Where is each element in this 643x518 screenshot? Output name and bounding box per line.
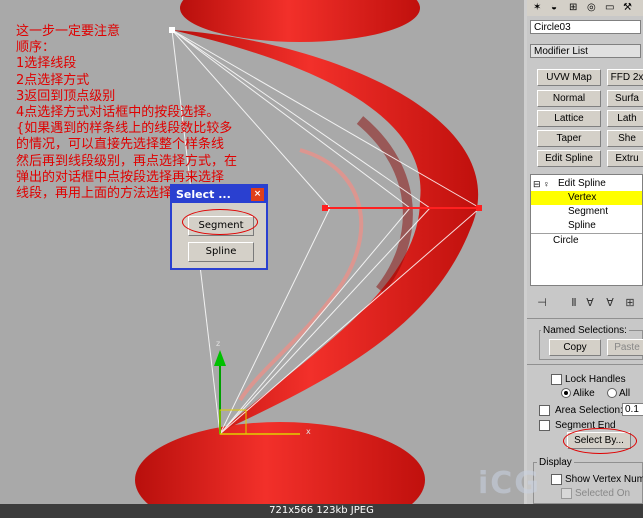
uvw-map-button[interactable]: UVW Map bbox=[537, 69, 601, 86]
perspective-viewport[interactable]: z x 这一步一定要注意 顺序： 1选择线段 2点选择方式 3返回到顶点级别 4… bbox=[0, 0, 524, 504]
lathe-button[interactable]: Lath bbox=[607, 110, 643, 127]
command-panel: ✶ ◒ ⊞ ◎ ▭ ⚒ Circle03 Modifier List UVW M… bbox=[527, 0, 643, 504]
edit-spline-button[interactable]: Edit Spline bbox=[537, 150, 601, 167]
lock-handles-label: Lock Handles bbox=[565, 374, 626, 385]
annotation-line: {如果遇到的样条线上的线段数比较多 bbox=[16, 121, 233, 137]
display-tab-icon[interactable]: ▭ bbox=[605, 2, 614, 13]
annotation-line: 3返回到顶点级别 bbox=[16, 88, 116, 104]
annotation-line: 4点选择方式对话框中的按段选择。 bbox=[16, 105, 220, 121]
collapse-icon[interactable]: ⊟ bbox=[533, 177, 541, 191]
stack-item-edit-spline[interactable]: ⊟ ♀ Edit Spline bbox=[531, 177, 642, 191]
panel-tabs: ✶ ◒ ⊞ ◎ ▭ ⚒ bbox=[527, 0, 643, 16]
vertex-handle bbox=[322, 205, 328, 211]
alike-radio[interactable] bbox=[561, 388, 571, 398]
stack-item-label: Spline bbox=[568, 220, 596, 231]
normal-button[interactable]: Normal bbox=[537, 90, 601, 107]
utilities-tab-icon[interactable]: ⚒ bbox=[623, 2, 632, 13]
pin-stack-icon[interactable]: ⊣ bbox=[535, 296, 549, 310]
create-tab-icon[interactable]: ✶ bbox=[533, 2, 541, 13]
object-name-field[interactable]: Circle03 bbox=[530, 20, 641, 34]
show-end-result-icon[interactable]: Ⅱ bbox=[567, 296, 581, 310]
segment-end-checkbox[interactable] bbox=[539, 420, 550, 431]
remove-modifier-icon[interactable]: ∀ bbox=[603, 296, 617, 310]
spline-button[interactable]: Spline bbox=[188, 242, 254, 262]
stack-item-circle[interactable]: Circle bbox=[531, 233, 642, 248]
stack-item-segment[interactable]: Segment bbox=[531, 205, 642, 219]
hierarchy-tab-icon[interactable]: ⊞ bbox=[569, 2, 577, 13]
annotation-line: 1选择线段 bbox=[16, 56, 77, 72]
selected-only-label: Selected On bbox=[575, 488, 631, 499]
bulb-icon[interactable]: ♀ bbox=[543, 177, 550, 191]
named-selections-label: Named Selections: bbox=[541, 325, 629, 336]
annotation-line: 然后再到线段级别，再点选择方式，在 bbox=[16, 153, 238, 169]
area-selection-input[interactable]: 0.1 bbox=[622, 403, 643, 416]
panel-separator bbox=[527, 318, 643, 319]
stack-item-label: Segment bbox=[568, 206, 609, 217]
crescent-inner-shadow bbox=[356, 116, 413, 294]
alike-label: Alike bbox=[573, 388, 595, 399]
dialog-title: Select ... bbox=[176, 188, 231, 201]
configure-sets-icon[interactable]: ⊞ bbox=[623, 296, 637, 310]
all-radio[interactable] bbox=[607, 388, 617, 398]
stack-item-spline[interactable]: Spline bbox=[531, 219, 642, 233]
show-vertex-numbers-checkbox[interactable] bbox=[551, 474, 562, 485]
paste-button[interactable]: Paste bbox=[607, 339, 643, 356]
close-icon[interactable]: × bbox=[251, 188, 264, 201]
surface-button[interactable]: Surfa bbox=[607, 90, 643, 107]
dialog-title-bar[interactable]: Select ... × bbox=[172, 186, 266, 203]
modifier-list-dropdown[interactable]: Modifier List bbox=[530, 44, 641, 58]
image-info-bar: 721x566 123kb JPEG bbox=[0, 504, 643, 518]
modifier-stack[interactable]: ⊟ ♀ Edit Spline Vertex Segment Spline Ci… bbox=[530, 174, 643, 286]
annotation-line: 的情况，可以直接先选择整个样条线 bbox=[16, 137, 225, 153]
extrude-button[interactable]: Extru bbox=[607, 150, 643, 167]
area-selection-checkbox[interactable] bbox=[539, 405, 550, 416]
panel-separator bbox=[527, 364, 643, 365]
area-selection-label: Area Selection: bbox=[555, 405, 623, 416]
taper-button[interactable]: Taper bbox=[537, 130, 601, 147]
selected-only-checkbox[interactable] bbox=[561, 488, 572, 499]
lattice-button[interactable]: Lattice bbox=[537, 110, 601, 127]
display-label: Display bbox=[537, 457, 574, 468]
make-unique-icon[interactable]: ∀ bbox=[583, 296, 597, 310]
tutorial-annotation: 这一步一定要注意 顺序： 1选择线段 2点选择方式 3返回到顶点级别 4点选择方… bbox=[16, 24, 346, 202]
modify-tab-icon[interactable]: ◒ bbox=[551, 2, 557, 13]
stack-item-label: Edit Spline bbox=[558, 178, 606, 189]
ffd-button[interactable]: FFD 2x bbox=[607, 69, 643, 86]
annotation-line: 这一步一定要注意 bbox=[16, 24, 121, 39]
annotation-line: 顺序： bbox=[16, 40, 56, 56]
vertex-handle bbox=[476, 205, 482, 211]
lock-handles-checkbox[interactable] bbox=[551, 374, 562, 385]
shell-button[interactable]: She bbox=[607, 130, 643, 147]
all-label: All bbox=[619, 388, 631, 399]
stack-item-label: Circle bbox=[553, 235, 579, 246]
motion-tab-icon[interactable]: ◎ bbox=[587, 2, 596, 13]
stack-item-vertex[interactable]: Vertex bbox=[531, 191, 642, 205]
watermark-logo: iCG bbox=[478, 466, 541, 501]
stack-item-label: Vertex bbox=[568, 192, 597, 203]
annotation-line: 2点选择方式 bbox=[16, 72, 90, 88]
copy-button[interactable]: Copy bbox=[549, 339, 601, 356]
svg-text:x: x bbox=[306, 427, 311, 436]
highlight-circle bbox=[563, 428, 637, 454]
show-vertex-numbers-label: Show Vertex Num bbox=[565, 474, 643, 485]
svg-text:z: z bbox=[216, 339, 220, 348]
highlight-circle bbox=[182, 209, 258, 235]
